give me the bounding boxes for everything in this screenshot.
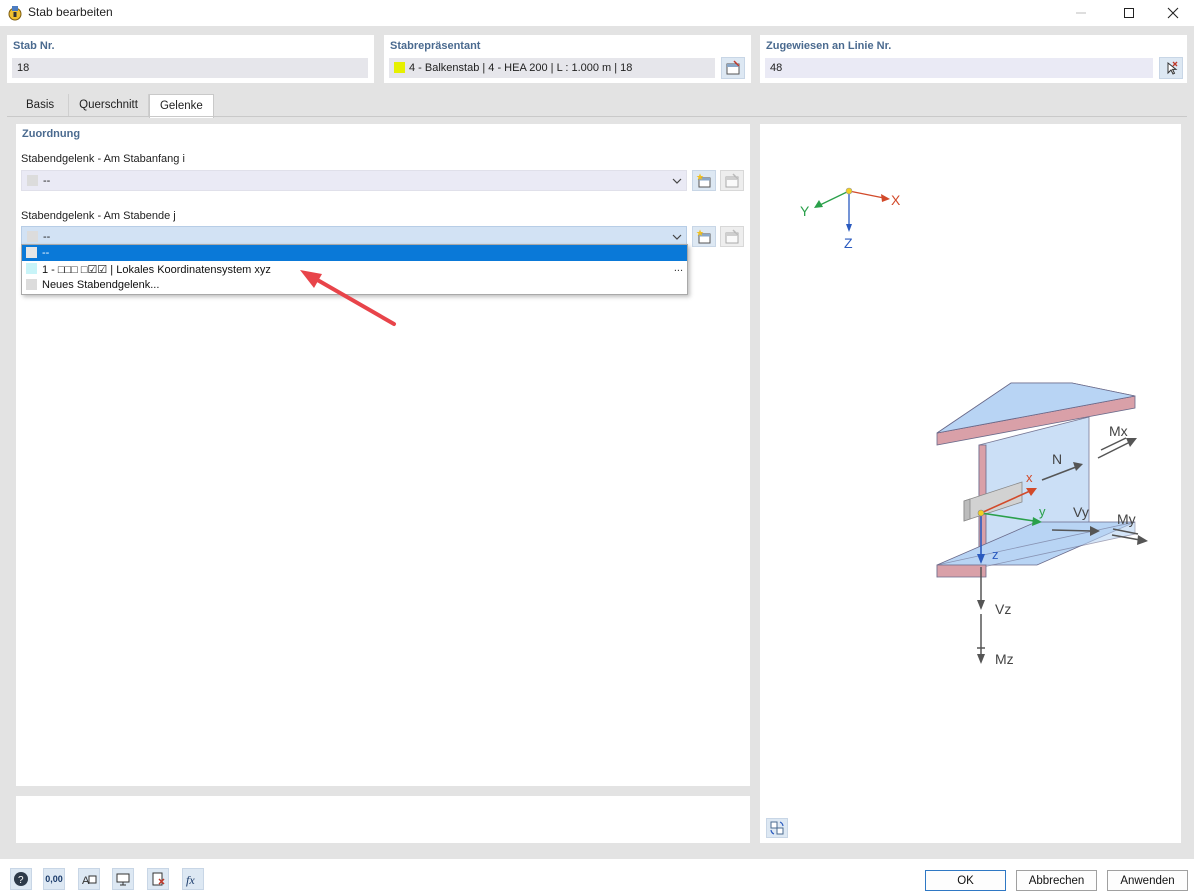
more-options-button[interactable]: ... xyxy=(674,262,683,274)
svg-text:?: ? xyxy=(18,875,24,886)
delete-button[interactable] xyxy=(147,868,169,890)
help-icon: ? xyxy=(14,872,28,886)
close-button[interactable] xyxy=(1150,0,1194,26)
tab-gelenke[interactable]: Gelenke xyxy=(148,94,214,118)
maximize-button[interactable] xyxy=(1106,0,1152,26)
delete-document-icon xyxy=(152,872,165,886)
new-item-icon xyxy=(696,229,711,243)
local-x-label: x xyxy=(1026,470,1033,485)
zuordnung-title: Zuordnung xyxy=(22,128,81,140)
item-swatch xyxy=(26,279,37,290)
close-icon xyxy=(1167,7,1179,19)
global-y-label: Y xyxy=(800,203,810,219)
cancel-button[interactable]: Abbrechen xyxy=(1016,870,1097,891)
line-field[interactable]: 48 xyxy=(765,58,1153,78)
edit-window-icon xyxy=(725,172,739,187)
units-button[interactable]: A xyxy=(78,868,100,890)
label-Vy: Vy xyxy=(1073,504,1089,520)
dropdown-item-none[interactable]: -- xyxy=(22,245,687,261)
local-y-label: y xyxy=(1039,504,1046,519)
stab-nr-label: Stab Nr. xyxy=(13,40,55,52)
edit-representative-button[interactable] xyxy=(721,57,745,79)
label-Mx: Mx xyxy=(1109,423,1128,439)
dropdown-item-label: Neues Stabendgelenk... xyxy=(42,279,160,291)
bottom-bar: ? 0,00 A fx OK Abbrechen Anwenden xyxy=(0,859,1194,895)
stab-nr-field[interactable]: 18 xyxy=(12,58,368,78)
minimize-button[interactable] xyxy=(1058,0,1104,26)
tab-querschnitt[interactable]: Querschnitt xyxy=(69,94,149,117)
edit-window-icon xyxy=(726,60,740,75)
info-panel xyxy=(16,796,750,843)
edit-end-hinge-button[interactable] xyxy=(720,226,744,247)
label-Vz: Vz xyxy=(995,601,1011,617)
dropdown-item-label: 1 - □□□ □☑☑ | Lokales Koordinatensystem … xyxy=(42,264,271,276)
tab-divider xyxy=(7,116,1187,117)
label-N: N xyxy=(1052,451,1062,467)
formula-button[interactable]: fx xyxy=(182,868,204,890)
global-z-label: Z xyxy=(844,235,853,251)
tab-bar: Basis Querschnitt Gelenke xyxy=(7,94,214,118)
representative-field[interactable]: 4 - Balkenstab | 4 - HEA 200 | L : 1.000… xyxy=(389,58,715,78)
tab-basis[interactable]: Basis xyxy=(7,94,70,117)
start-hinge-label: Stabendgelenk - Am Stabanfang i xyxy=(21,153,185,165)
chevron-down-icon xyxy=(672,178,682,184)
representative-label: Stabrepräsentant xyxy=(390,40,481,52)
help-button[interactable]: ? xyxy=(10,868,32,890)
new-item-icon xyxy=(696,173,711,187)
window-title: Stab bearbeiten xyxy=(28,5,113,19)
start-hinge-value: -- xyxy=(43,175,51,187)
end-hinge-value: -- xyxy=(43,231,51,243)
global-axes: X Y Z xyxy=(800,187,901,251)
annotation-arrow xyxy=(300,270,396,326)
label-Mz: Mz xyxy=(995,651,1014,667)
view-settings-button[interactable] xyxy=(112,868,134,890)
edit-window-icon xyxy=(725,228,739,243)
start-hinge-combo[interactable]: -- xyxy=(21,170,687,191)
item-swatch xyxy=(26,247,37,258)
minimize-icon xyxy=(1076,12,1086,14)
rotate-view-icon xyxy=(770,821,784,835)
title-bar: Stab bearbeiten xyxy=(0,0,1194,26)
svg-text:fx: fx xyxy=(186,873,195,887)
line-label: Zugewiesen an Linie Nr. xyxy=(766,40,892,52)
diagram-panel: X Y Z x y z N Mx Vy My Vz Mz xyxy=(760,124,1181,843)
representative-value: 4 - Balkenstab | 4 - HEA 200 | L : 1.000… xyxy=(409,62,633,74)
representative-color-swatch xyxy=(394,62,405,73)
function-icon: fx xyxy=(186,873,195,887)
pick-line-button[interactable] xyxy=(1159,57,1183,79)
dropdown-item-label: -- xyxy=(42,247,50,259)
label-My: My xyxy=(1117,511,1136,527)
rotate-view-button[interactable] xyxy=(766,818,788,838)
pick-cursor-icon xyxy=(1167,61,1178,75)
app-icon xyxy=(8,6,22,21)
edit-start-hinge-button[interactable] xyxy=(720,170,744,191)
end-hinge-label: Stabendgelenk - Am Stabende j xyxy=(21,210,176,222)
item-swatch xyxy=(26,263,37,274)
chevron-down-icon xyxy=(672,234,682,240)
end-hinge-swatch xyxy=(27,231,38,242)
line-panel: Zugewiesen an Linie Nr. 48 xyxy=(760,35,1187,83)
monitor-icon xyxy=(116,873,130,886)
new-end-hinge-button[interactable] xyxy=(692,226,716,247)
local-z-label: z xyxy=(992,547,999,562)
start-hinge-swatch xyxy=(27,175,38,186)
member-diagram: X Y Z x y z N Mx Vy My Vz Mz xyxy=(800,187,1148,667)
show-values-button[interactable]: 0,00 xyxy=(43,868,65,890)
new-start-hinge-button[interactable] xyxy=(692,170,716,191)
global-x-label: X xyxy=(891,192,901,208)
ok-button[interactable]: OK xyxy=(925,870,1006,891)
apply-button[interactable]: Anwenden xyxy=(1107,870,1188,891)
text-format-icon: A xyxy=(82,875,97,887)
representative-panel: Stabrepräsentant 4 - Balkenstab | 4 - HE… xyxy=(384,35,751,83)
maximize-icon xyxy=(1124,8,1134,18)
i-beam-section xyxy=(936,382,1136,578)
zuordnung-panel: Zuordnung Stabendgelenk - Am Stabanfang … xyxy=(16,124,750,786)
stab-nr-panel: Stab Nr. 18 xyxy=(7,35,374,83)
